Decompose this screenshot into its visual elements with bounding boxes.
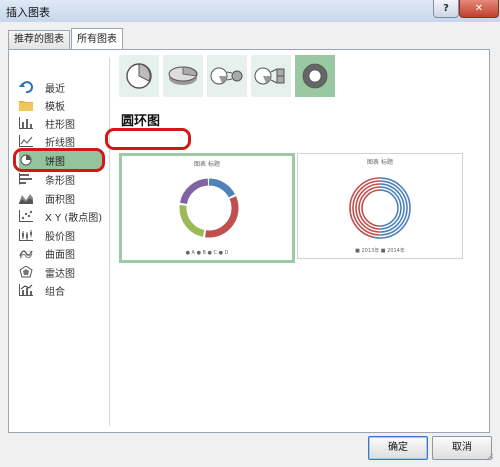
sidebar-item-line[interactable]: 折线图 [19, 132, 103, 150]
surface-chart-icon [19, 246, 33, 260]
sidebar-item-bar[interactable]: 条形图 [19, 170, 103, 188]
highlight-doughnut-title [105, 128, 191, 150]
sidebar-item-column[interactable]: 柱形图 [19, 114, 103, 132]
help-button[interactable]: ? [433, 0, 459, 18]
tab-recommended-charts[interactable]: 推荐的图表 [8, 30, 70, 49]
preview-doughnut-1[interactable]: 图表 标题 ● A ● B ● C ● D [119, 153, 295, 263]
preview-legend: ● A ● B ● C ● D [185, 250, 229, 256]
sidebar-item-pie[interactable]: 饼图 [19, 151, 103, 169]
sidebar-item-label: 折线图 [45, 137, 75, 149]
preview-legend: ■ 2013年 ■ 2014年 [355, 248, 405, 254]
pie-3d-icon [168, 66, 198, 85]
sidebar-item-stock[interactable]: 股价图 [19, 226, 103, 244]
sidebar-item-label: 柱形图 [45, 119, 75, 131]
subtype-pie[interactable] [119, 55, 159, 97]
sidebar-divider [109, 58, 110, 426]
sidebar-item-label: 条形图 [45, 175, 75, 187]
window-title: 插入图表 [6, 6, 50, 19]
pie-chart-icon [19, 153, 33, 167]
folder-icon [19, 98, 33, 112]
multi-ring-doughnut-graphic [349, 177, 411, 239]
scatter-chart-icon [19, 209, 33, 223]
area-chart-icon [19, 191, 33, 205]
sidebar-item-recent[interactable]: 最近 [19, 78, 103, 96]
sidebar-item-label: 曲面图 [45, 249, 75, 261]
preview-title: 图表 标题 [367, 159, 393, 166]
subtype-doughnut[interactable] [295, 55, 335, 97]
combo-chart-icon [19, 283, 33, 297]
doughnut-icon [302, 63, 328, 89]
pie-icon [126, 63, 152, 89]
resize-grip-icon[interactable] [484, 451, 494, 461]
pie-of-pie-icon [210, 67, 243, 85]
cancel-button[interactable]: 取消 [432, 436, 492, 460]
doughnut-preview-graphic [179, 178, 239, 238]
sidebar-item-label: 面积图 [45, 194, 75, 206]
sidebar-item-label: 最近 [45, 83, 65, 95]
stock-chart-icon [19, 228, 33, 242]
sidebar-item-radar[interactable]: 雷达图 [19, 263, 103, 281]
dialog-body: 推荐的图表 所有图表 最近 模板 柱形图 折线图 饼图 条形图 面积图 X Y … [0, 22, 500, 467]
sidebar-item-area[interactable]: 面积图 [19, 189, 103, 207]
close-icon: ✕ [474, 3, 484, 14]
column-chart-icon [19, 116, 33, 130]
sidebar-item-scatter[interactable]: X Y (散点图) [19, 207, 103, 225]
chart-panel: 最近 模板 柱形图 折线图 饼图 条形图 面积图 X Y (散点图) 股价图 曲… [8, 49, 490, 433]
tab-all-charts[interactable]: 所有图表 [71, 28, 123, 49]
sidebar-item-label: 雷达图 [45, 268, 75, 280]
sidebar-item-label: 模板 [45, 101, 65, 113]
subtype-bar-of-pie[interactable] [251, 55, 291, 97]
subtype-pie-of-pie[interactable] [207, 55, 247, 97]
close-button[interactable]: ✕ [459, 0, 499, 18]
preview-doughnut-2[interactable]: 图表 标题 ■ 2013年 ■ 2014年 [297, 153, 463, 259]
sidebar-item-label: 组合 [45, 286, 65, 298]
sidebar-item-combo[interactable]: 组合 [19, 281, 103, 299]
chart-type-sidebar: 最近 模板 柱形图 折线图 饼图 条形图 面积图 X Y (散点图) 股价图 曲… [9, 50, 109, 432]
sidebar-item-label: X Y (散点图) [45, 212, 103, 224]
bar-of-pie-icon [254, 67, 285, 85]
sidebar-item-templates[interactable]: 模板 [19, 96, 103, 114]
sidebar-item-surface[interactable]: 曲面图 [19, 244, 103, 262]
ok-button[interactable]: 确定 [368, 436, 428, 460]
sidebar-item-label: 股价图 [45, 231, 75, 243]
undo-arrow-icon [19, 80, 33, 94]
section-title: 圆环图 [121, 114, 161, 129]
help-icon: ? [443, 3, 449, 14]
sidebar-item-label: 饼图 [45, 156, 65, 168]
pie-subtype-bar [119, 55, 339, 97]
preview-title: 图表 标题 [194, 161, 220, 168]
tab-bar: 推荐的图表 所有图表 [8, 28, 124, 50]
bar-chart-icon [19, 172, 33, 186]
title-bar: 插入图表 ? ✕ [0, 0, 500, 23]
line-chart-icon [19, 134, 33, 148]
radar-chart-icon [19, 265, 33, 279]
subtype-3d-pie[interactable] [163, 55, 203, 97]
